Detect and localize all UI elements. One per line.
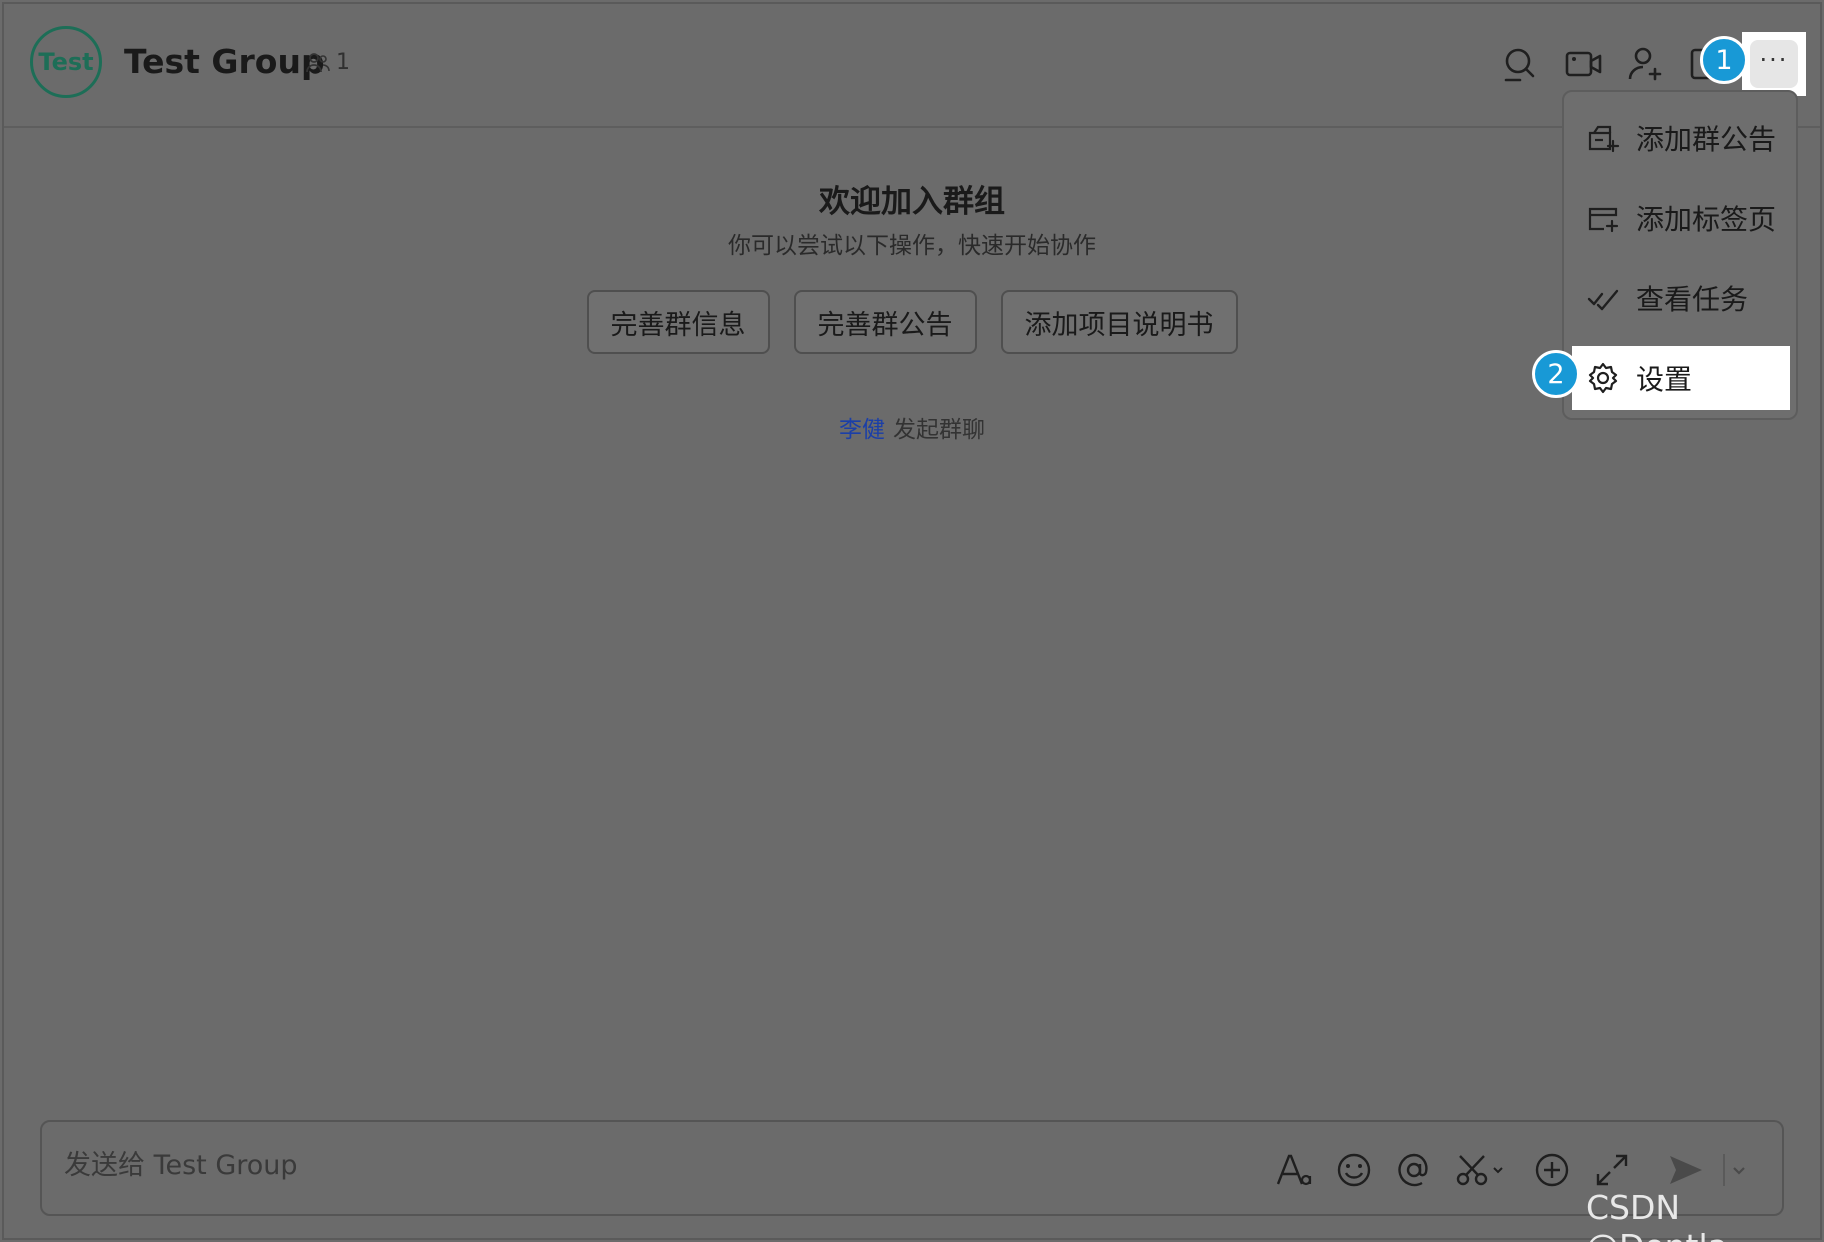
group-avatar[interactable]: Test xyxy=(30,26,102,98)
message-input[interactable] xyxy=(64,1150,1064,1181)
menu-item-label: 添加群公告 xyxy=(1636,123,1777,156)
group-started-notice: 李健 发起群聊 xyxy=(4,410,1820,444)
send-icon[interactable] xyxy=(1666,1150,1706,1190)
menu-item-view-tasks[interactable]: 查看任务 xyxy=(1564,266,1796,330)
menu-item-add-announcement[interactable]: 添加群公告 xyxy=(1564,106,1796,170)
welcome-actions: 完善群信息 完善群公告 添加项目说明书 xyxy=(4,290,1820,354)
step-badge-1: 1 xyxy=(1700,36,1748,84)
announcement-icon xyxy=(1588,125,1620,153)
task-check-icon xyxy=(1587,289,1619,311)
group-title[interactable]: Test Group xyxy=(124,42,325,81)
mention-icon[interactable] xyxy=(1394,1150,1434,1190)
welcome-subtitle: 你可以尝试以下操作，快速开始协作 xyxy=(728,233,1096,259)
chat-window: Test Test Group 1 ··· 欢迎加入群组 你可以尝试以下操作，快… xyxy=(2,2,1822,1240)
starter-name-link[interactable]: 李健 xyxy=(839,417,885,443)
expand-icon[interactable] xyxy=(1592,1150,1632,1190)
add-project-readme-button[interactable]: 添加项目说明书 xyxy=(1000,290,1238,354)
plus-circle-icon[interactable] xyxy=(1532,1150,1572,1190)
search-icon[interactable] xyxy=(1500,44,1540,84)
tab-add-icon xyxy=(1588,207,1619,233)
avatar-text: Test xyxy=(38,48,94,76)
video-icon[interactable] xyxy=(1564,44,1604,84)
message-composer xyxy=(40,1120,1784,1216)
scissors-icon[interactable] xyxy=(1454,1150,1506,1190)
welcome-title: 欢迎加入群组 xyxy=(819,184,1005,220)
add-member-icon[interactable] xyxy=(1626,44,1666,84)
menu-item-label: 设置 xyxy=(1636,363,1693,396)
more-button[interactable]: ··· xyxy=(1742,32,1806,96)
watermark: CSDN @Dontla xyxy=(1586,1188,1728,1242)
complete-group-info-button[interactable]: 完善群信息 xyxy=(586,290,770,354)
started-text: 发起群聊 xyxy=(893,417,985,443)
members-icon xyxy=(306,52,330,72)
gear-icon xyxy=(1588,362,1618,394)
more-icon: ··· xyxy=(1750,40,1798,88)
complete-group-notice-button[interactable]: 完善群公告 xyxy=(793,290,977,354)
font-icon[interactable] xyxy=(1274,1150,1314,1190)
menu-item-label: 查看任务 xyxy=(1636,283,1749,316)
step-badge-2: 2 xyxy=(1532,350,1580,398)
more-menu: 添加群公告 添加标签页 查看任务 设置 xyxy=(1562,90,1798,420)
member-count[interactable]: 1 xyxy=(306,50,350,75)
chat-header: Test Test Group 1 ··· xyxy=(4,4,1820,128)
emoji-icon[interactable] xyxy=(1334,1150,1374,1190)
menu-item-label: 添加标签页 xyxy=(1636,203,1777,236)
chevron-down-icon[interactable] xyxy=(1722,1150,1750,1190)
menu-item-settings[interactable]: 设置 xyxy=(1572,346,1790,410)
member-count-value: 1 xyxy=(336,50,350,75)
menu-item-add-tab[interactable]: 添加标签页 xyxy=(1564,186,1796,250)
